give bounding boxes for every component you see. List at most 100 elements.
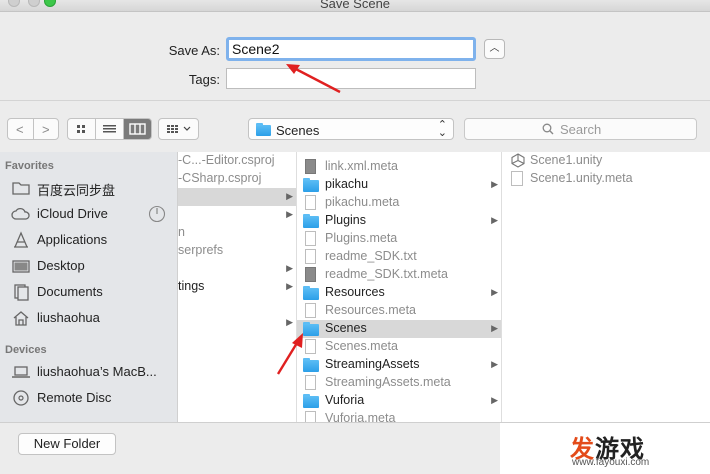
list-item[interactable]: ▶ [178, 314, 296, 332]
applications-icon [14, 231, 28, 248]
document-icon [305, 159, 316, 174]
item-label: StreamingAssets [325, 357, 420, 371]
sidebar-item-label: Remote Disc [37, 390, 112, 405]
browser-toolbar: < > Scenes ⌃ ⌄ Search [0, 100, 710, 152]
list-item[interactable]: ▶ [178, 188, 296, 206]
item-label: Resources [325, 285, 385, 299]
list-icon [103, 125, 116, 133]
column-view-button[interactable] [123, 118, 152, 140]
new-folder-button[interactable]: New Folder [18, 433, 116, 455]
chevron-up-icon: ︿ [489, 43, 500, 54]
collapse-toggle-button[interactable]: ︿ [484, 39, 505, 59]
list-item[interactable]: tings ▶ [178, 278, 296, 296]
chevron-right-icon: ▶ [491, 359, 498, 369]
list-item[interactable]: -C...-Editor.csproj [178, 152, 296, 170]
document-icon [305, 339, 316, 354]
column-parent: -C...-Editor.csproj -CSharp.csproj ▶ ▶ n… [178, 152, 297, 422]
icon-view-button[interactable] [67, 118, 96, 140]
list-item[interactable]: Scene1.unity.meta [502, 170, 710, 188]
item-label: n [178, 225, 185, 239]
location-label: Scenes [276, 123, 320, 138]
list-item[interactable]: Scene1.unity [502, 152, 710, 170]
disc-icon [13, 390, 29, 406]
list-item[interactable]: StreamingAssets ▶ [297, 356, 501, 374]
watermark: 发游戏 www.fayouxi.com [500, 423, 710, 474]
tags-label: Tags: [188, 72, 220, 87]
item-label: Scene1.unity [530, 153, 603, 167]
columns-icon [129, 123, 146, 135]
item-label: pikachu [325, 177, 369, 191]
item-label: -CSharp.csproj [178, 171, 262, 185]
location-popup[interactable]: Scenes ⌃ ⌄ [248, 118, 454, 140]
group-by-button[interactable] [158, 118, 199, 140]
item-label: Scenes [325, 321, 367, 335]
list-item[interactable]: -CSharp.csproj [178, 170, 296, 188]
sidebar-item-desktop[interactable]: Desktop [11, 255, 176, 277]
save-as-label: Save As: [168, 43, 220, 58]
folder-icon [303, 286, 319, 300]
folder-icon [12, 182, 30, 195]
tags-input[interactable] [226, 68, 476, 89]
list-item[interactable]: pikachu ▶ [297, 176, 501, 194]
search-field[interactable]: Search [464, 118, 697, 140]
save-as-input[interactable] [226, 37, 476, 61]
chevron-right-icon: ▶ [491, 287, 498, 297]
column-scenes: Scene1.unity Scene1.unity.meta [502, 152, 710, 422]
group-grid-icon [167, 125, 191, 133]
item-label: pikachu.meta [325, 195, 400, 209]
document-icon [305, 375, 316, 390]
item-label: readme_SDK.txt.meta [325, 267, 448, 281]
list-item[interactable]: ▶ [178, 260, 296, 278]
sidebar-item-baiduyun[interactable]: 百度云同步盘 [11, 177, 176, 199]
list-item[interactable]: serprefs [178, 242, 296, 260]
item-label: Resources.meta [325, 303, 417, 317]
list-view-button[interactable] [95, 118, 124, 140]
list-item[interactable]: Vuforia ▶ [297, 392, 501, 410]
cloud-icon [11, 207, 30, 220]
list-item[interactable]: Scenes.meta [297, 338, 501, 356]
sidebar-item-applications[interactable]: Applications [11, 229, 176, 251]
list-item[interactable]: readme_SDK.txt [297, 248, 501, 266]
list-item[interactable]: pikachu.meta [297, 194, 501, 212]
desktop-icon [12, 260, 30, 273]
sidebar-item-home[interactable]: liushaohua [11, 307, 176, 329]
document-icon [305, 411, 316, 422]
item-label: serprefs [178, 243, 224, 257]
list-item[interactable]: Plugins.meta [297, 230, 501, 248]
list-item[interactable]: link.xml.meta [297, 158, 501, 176]
list-item[interactable]: n [178, 224, 296, 242]
list-item[interactable]: Resources.meta [297, 302, 501, 320]
chevron-right-icon: ▶ [491, 179, 498, 189]
sidebar-item-documents[interactable]: Documents [11, 281, 176, 303]
item-label: StreamingAssets.meta [325, 375, 451, 389]
column-assets: link.xml.meta pikachu ▶ pikachu.meta Plugins… [297, 152, 502, 422]
document-icon [305, 303, 316, 318]
back-button[interactable]: < [7, 118, 34, 140]
home-icon [13, 311, 29, 326]
chevron-right-icon: ▶ [286, 263, 293, 273]
documents-icon [14, 284, 29, 301]
list-item[interactable]: Plugins ▶ [297, 212, 501, 230]
list-item[interactable]: Resources ▶ [297, 284, 501, 302]
chevron-right-icon: ▶ [286, 191, 293, 201]
chevron-right-icon: ▶ [491, 215, 498, 225]
unity-icon [511, 153, 525, 168]
search-icon [542, 123, 554, 135]
list-item[interactable]: Vuforia.meta [297, 410, 501, 422]
folder-icon [303, 178, 319, 192]
list-item[interactable]: Scenes ▶ [297, 320, 501, 338]
item-label: Scene1.unity.meta [530, 171, 633, 185]
chevron-right-icon: ▶ [286, 209, 293, 219]
chevron-right-icon: > [42, 122, 50, 137]
updown-chevron-icon: ⌃ ⌄ [437, 119, 447, 139]
forward-button[interactable]: > [33, 118, 59, 140]
list-item[interactable]: ▶ [178, 206, 296, 224]
list-item[interactable]: StreamingAssets.meta [297, 374, 501, 392]
item-label: readme_SDK.txt [325, 249, 417, 263]
sidebar-item-icloud[interactable]: iCloud Drive [11, 203, 176, 225]
chevron-right-icon: ▶ [491, 395, 498, 405]
sidebar-item-macbook[interactable]: liushaohua’s MacB... [11, 361, 176, 383]
sidebar-item-remote-disc[interactable]: Remote Disc [11, 387, 176, 409]
list-item[interactable]: readme_SDK.txt.meta [297, 266, 501, 284]
folder-icon [303, 358, 319, 372]
